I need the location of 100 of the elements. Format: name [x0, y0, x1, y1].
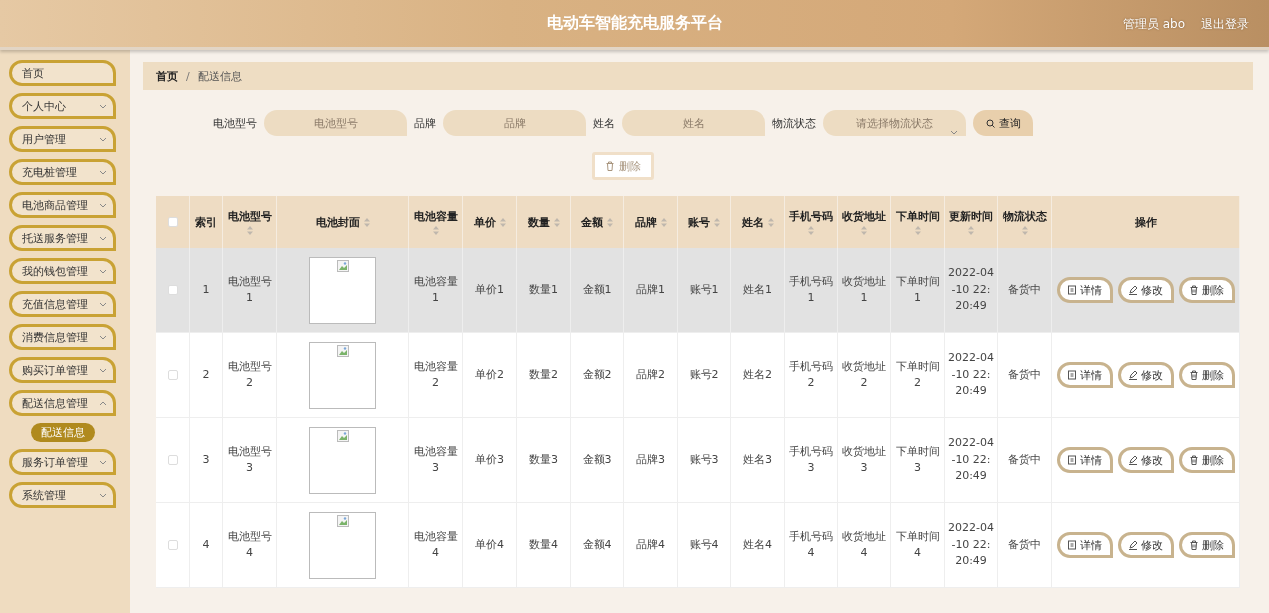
table-cell: 数量2 [517, 333, 571, 418]
column-header[interactable]: 品牌 [624, 196, 678, 248]
table-cell: 品牌3 [624, 418, 678, 503]
menu-item[interactable]: 个人中心 [9, 93, 116, 119]
sort-icon[interactable] [861, 226, 867, 235]
table-cell: 1 [190, 248, 223, 333]
action-button[interactable]: 删除 [1178, 362, 1235, 388]
select-all-checkbox[interactable] [167, 217, 178, 227]
breadcrumb-separator: / [186, 69, 190, 83]
action-button[interactable]: 删除 [1178, 277, 1235, 303]
action-button[interactable]: 详情 [1056, 362, 1113, 388]
action-button[interactable]: 修改 [1117, 532, 1174, 558]
search-field[interactable]: 电池型号 [264, 110, 407, 136]
action-button[interactable]: 详情 [1056, 277, 1113, 303]
column-header[interactable]: 收货地址 [838, 196, 891, 248]
edit-icon [1128, 540, 1138, 550]
row-checkbox[interactable] [167, 540, 178, 550]
table-cell: 账号2 [678, 333, 731, 418]
column-header[interactable]: 电池型号 [223, 196, 277, 248]
table-cell: 电池容量4 [409, 503, 463, 588]
sort-icon[interactable] [767, 217, 774, 227]
table-cell: 账号1 [678, 248, 731, 333]
column-header[interactable]: 更新时间 [945, 196, 998, 248]
table-cell: 账号3 [678, 418, 731, 503]
row-checkbox[interactable] [167, 455, 178, 465]
chevron-down-icon [99, 202, 107, 208]
column-header[interactable]: 数量 [517, 196, 571, 248]
action-button[interactable]: 删除 [1178, 447, 1235, 473]
column-header[interactable]: 姓名 [731, 196, 785, 248]
user-label: 管理员 abo [1122, 16, 1185, 33]
menu-item[interactable]: 充电桩管理 [9, 159, 116, 185]
action-button[interactable]: 修改 [1117, 362, 1174, 388]
chevron-down-icon [99, 268, 107, 274]
table-cell: 金额1 [571, 248, 624, 333]
sort-icon[interactable] [499, 217, 506, 227]
chevron-down-icon [99, 492, 107, 498]
trash-icon [605, 161, 615, 171]
breadcrumb-link[interactable]: 首页 [156, 68, 178, 84]
sort-icon[interactable] [714, 217, 720, 227]
breadcrumb-link[interactable]: 配送信息 [197, 68, 242, 84]
action-button[interactable]: 删除 [1178, 532, 1235, 558]
menu-item[interactable]: 服务订单管理 [9, 449, 116, 475]
sort-icon[interactable] [432, 226, 439, 235]
sort-icon[interactable] [914, 226, 921, 235]
sort-icon[interactable] [553, 217, 560, 227]
column-header[interactable]: 单价 [463, 196, 517, 248]
menu-item[interactable]: 我的钱包管理 [9, 258, 116, 284]
table-cell: 金额2 [571, 333, 624, 418]
action-button[interactable]: 详情 [1056, 532, 1113, 558]
action-button[interactable]: 修改 [1117, 447, 1174, 473]
menu-item[interactable]: 首页 [9, 60, 116, 86]
table-cell: 2 [190, 333, 223, 418]
table-cell: 品牌4 [624, 503, 678, 588]
sort-icon[interactable] [607, 217, 613, 227]
table-cell: 收货地址1 [838, 248, 891, 333]
column-header[interactable]: 电池容量 [409, 196, 463, 248]
sort-icon[interactable] [246, 226, 253, 235]
column-header[interactable]: 金额 [571, 196, 624, 248]
search-field[interactable]: 品牌 [443, 110, 586, 136]
menu-item[interactable]: 托送服务管理 [9, 225, 116, 251]
table-cell: 下单时间2 [891, 333, 945, 418]
sort-icon[interactable] [660, 217, 667, 227]
table-cell: 数量3 [517, 418, 571, 503]
menu-item[interactable]: 系统管理 [9, 482, 116, 508]
menu-item[interactable]: 电池商品管理 [9, 192, 116, 218]
column-header[interactable]: 电池封面 [277, 196, 409, 248]
action-button[interactable]: 详情 [1056, 447, 1113, 473]
column-header[interactable]: 手机号码 [785, 196, 838, 248]
status-select[interactable]: 请选择物流状态 [823, 110, 966, 136]
table-cell: 3 [190, 418, 223, 503]
table-cell: 金额4 [571, 503, 624, 588]
menu-item[interactable]: 用户管理 [9, 126, 116, 152]
column-header[interactable]: 物流状态 [998, 196, 1052, 248]
table-cell: 收货地址2 [838, 333, 891, 418]
table-cell: 电池容量1 [409, 248, 463, 333]
search-button[interactable]: 查询 [973, 110, 1033, 136]
column-header[interactable]: 账号 [678, 196, 731, 248]
sort-icon[interactable] [1021, 226, 1028, 235]
field-label: 品牌 [414, 115, 436, 131]
sort-icon[interactable] [968, 226, 974, 235]
menu-item[interactable]: 配送信息管理 [9, 390, 116, 416]
table-cell: 收货地址4 [838, 503, 891, 588]
row-checkbox[interactable] [167, 285, 178, 295]
menu-item[interactable]: 充值信息管理 [9, 291, 116, 317]
row-checkbox[interactable] [167, 370, 178, 380]
table-cell: 单价1 [463, 248, 517, 333]
menu-item[interactable]: 消费信息管理 [9, 324, 116, 350]
trash-icon [1189, 540, 1199, 550]
table-cell: 备货中 [998, 503, 1052, 588]
column-header[interactable]: 下单时间 [891, 196, 945, 248]
action-button[interactable]: 修改 [1117, 277, 1174, 303]
sort-icon[interactable] [363, 217, 370, 227]
menu-item[interactable]: 购买订单管理 [9, 357, 116, 383]
document-icon [1067, 285, 1077, 295]
table-cell: 电池容量2 [409, 333, 463, 418]
search-field[interactable]: 姓名 [622, 110, 765, 136]
app-title: 电动车智能充电服务平台 [546, 13, 723, 34]
table-cell: 单价3 [463, 418, 517, 503]
document-icon [1067, 370, 1077, 380]
sort-icon[interactable] [808, 226, 814, 235]
